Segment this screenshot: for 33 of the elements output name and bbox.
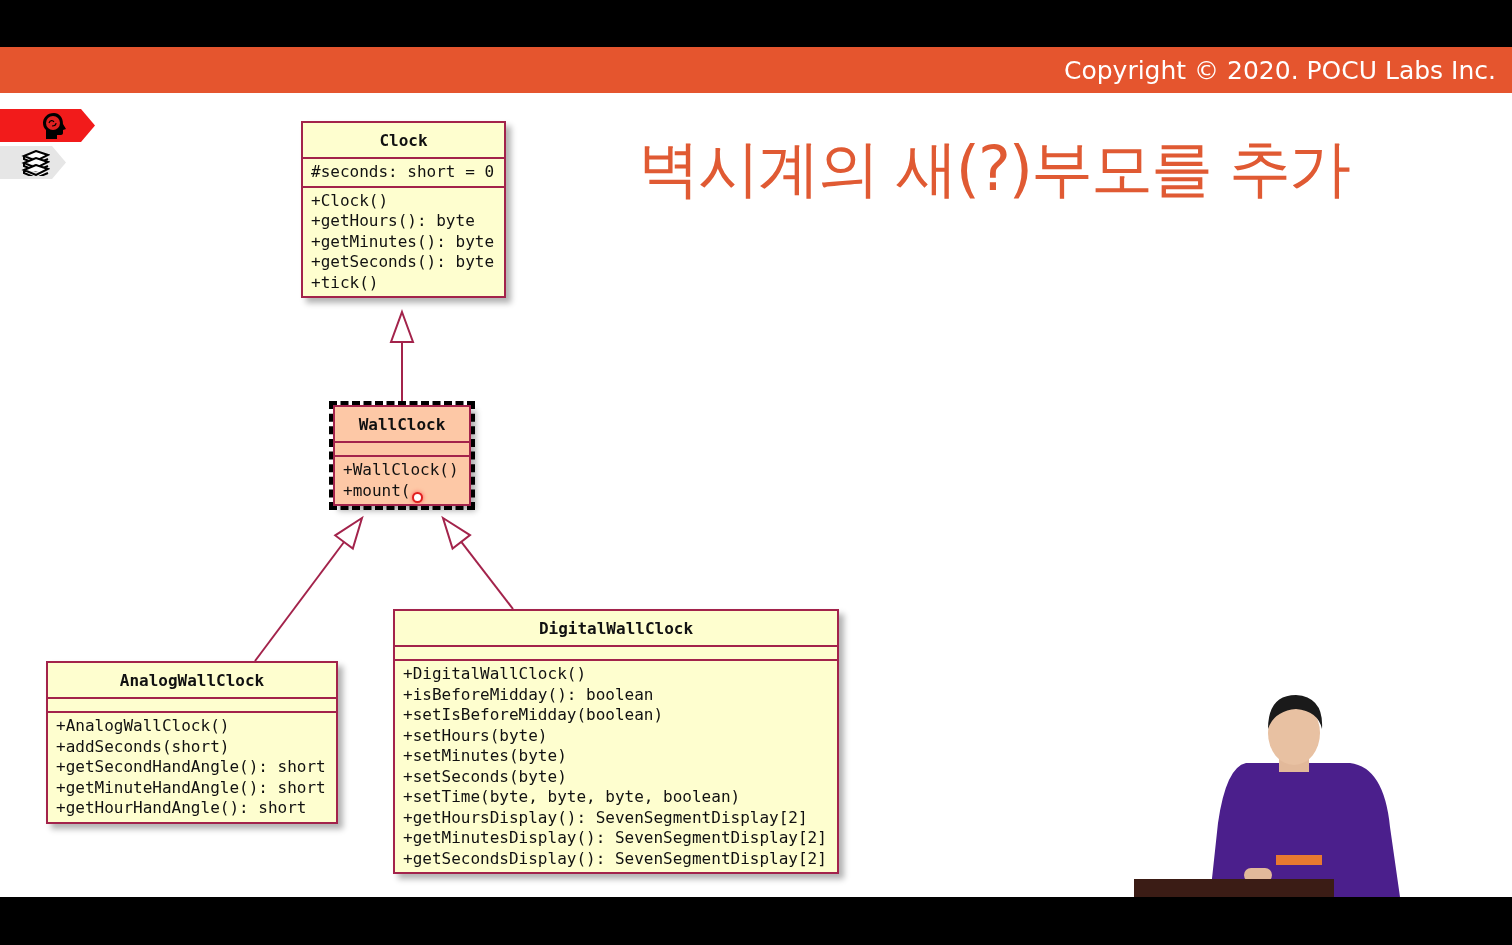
class-attribute: #seconds: short = 0: [311, 162, 495, 183]
class-method: +setSeconds(byte): [403, 766, 567, 787]
class-method: +getSeconds(): byte: [311, 252, 495, 273]
class-method: +WallClock(): [343, 460, 459, 481]
class-method: +getHours(): byte: [311, 211, 475, 232]
class-method: +DigitalWallClock(): [403, 664, 587, 685]
class-method: +getMinutes(): byte: [311, 231, 495, 252]
class-method: +tick(): [311, 272, 379, 293]
class-name: AnalogWallClock: [48, 663, 336, 699]
class-method: +getHoursDisplay(): SevenSegmentDisplay[2]: [403, 807, 808, 828]
class-method: +Clock(): [311, 190, 389, 211]
section-tab[interactable]: [0, 146, 66, 179]
class-name: WallClock: [335, 407, 469, 443]
class-method: +setMinutes(byte): [403, 746, 567, 767]
class-method: +AnalogWallClock(): [56, 716, 230, 737]
books-icon: [20, 149, 50, 176]
class-method: +getSecondsDisplay(): SevenSegmentDisplay[2]: [403, 848, 827, 869]
section-tab[interactable]: [0, 109, 95, 142]
class-method: +setTime(byte, byte, byte, boolean): [403, 787, 741, 808]
class-method: +getSecondHandAngle(): short: [56, 757, 326, 778]
class-name: Clock: [303, 123, 504, 159]
class-method: +setHours(byte): [403, 725, 548, 746]
copyright-text: Copyright © 2020. POCU Labs Inc.: [1063, 55, 1496, 85]
class-method: +isBeforeMidday(): boolean: [403, 684, 654, 705]
class-method: +getHourHandAngle(): short: [56, 798, 307, 819]
class-method: +getMinutesDisplay(): SevenSegmentDisplay[2]: [403, 828, 827, 849]
class-method: +setIsBeforeMidday(boolean): [403, 705, 664, 726]
pointer-icon: [412, 492, 423, 503]
slide-title: 벽시계의 새(?)부모를 추가: [638, 131, 1349, 207]
class-name: DigitalWallClock: [395, 611, 837, 647]
class-method: +mount(: [343, 480, 411, 501]
class-method: +getMinuteHandAngle(): short: [56, 777, 326, 798]
class-method: +addSeconds(short): [56, 736, 230, 757]
